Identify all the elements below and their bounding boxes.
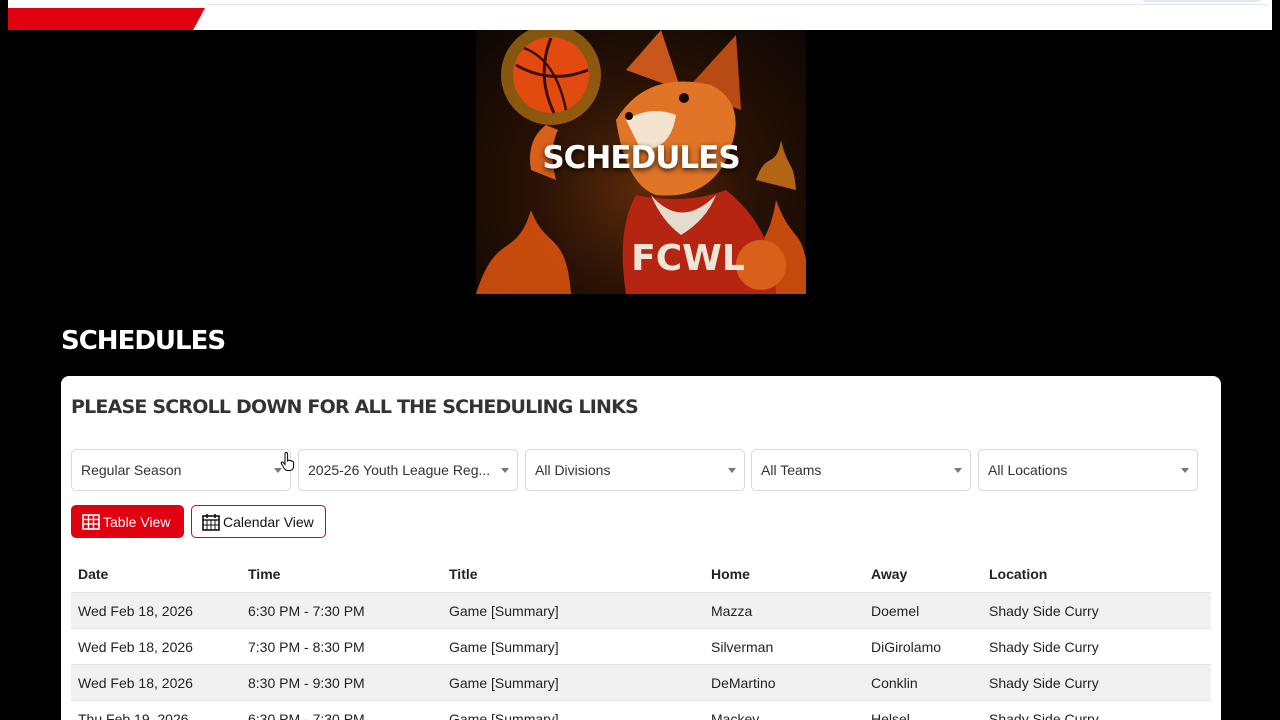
cell-time: 6:30 PM - 7:30 PM xyxy=(248,711,365,720)
schedule-table: Date Time Title Home Away Location Wed F… xyxy=(71,556,1211,720)
calendar-icon xyxy=(202,513,220,531)
calendar-view-label: Calendar View xyxy=(223,513,314,530)
schedules-card: PLEASE SCROLL DOWN FOR ALL THE SCHEDULIN… xyxy=(61,376,1221,720)
location-select-value: All Locations xyxy=(988,462,1068,478)
cell-home: Silverman xyxy=(711,639,774,655)
column-header-title[interactable]: Title xyxy=(449,556,478,592)
cell-title-link[interactable]: Game [Summary] xyxy=(449,665,559,701)
table-row[interactable]: Wed Feb 18, 2026 7:30 PM - 8:30 PM Game … xyxy=(71,629,1211,665)
cell-location: Shady Side Curry xyxy=(989,675,1099,691)
jersey-text: FCWL xyxy=(631,238,745,279)
cell-title-link[interactable]: Game [Summary] xyxy=(449,593,559,629)
cell-home: Mackey xyxy=(711,711,760,720)
team-select-value: All Teams xyxy=(761,462,822,478)
cell-location: Shady Side Curry xyxy=(989,711,1099,720)
division-select-value: All Divisions xyxy=(535,462,611,478)
location-select[interactable]: All Locations xyxy=(978,449,1198,491)
cell-date: Wed Feb 18, 2026 xyxy=(78,603,193,619)
cell-away: Doemel xyxy=(871,603,920,619)
page-title: SCHEDULES xyxy=(61,326,226,356)
column-header-date[interactable]: Date xyxy=(78,556,108,592)
card-heading: PLEASE SCROLL DOWN FOR ALL THE SCHEDULIN… xyxy=(71,396,639,418)
cell-time: 8:30 PM - 9:30 PM xyxy=(248,675,365,691)
hero-banner: FCWL SCHEDULES xyxy=(476,30,806,294)
cell-date: Wed Feb 18, 2026 xyxy=(78,639,193,655)
cell-away: Conklin xyxy=(871,675,918,691)
table-header-row: Date Time Title Home Away Location xyxy=(71,556,1211,593)
browser-top-strip xyxy=(8,0,1272,30)
table-view-button[interactable]: Table View xyxy=(71,505,184,538)
top-divider xyxy=(208,4,1268,5)
chevron-down-icon xyxy=(728,468,736,473)
chevron-down-icon xyxy=(501,468,509,473)
column-header-location[interactable]: Location xyxy=(989,556,1047,592)
hand-cursor-icon xyxy=(280,452,295,471)
division-select[interactable]: All Divisions xyxy=(525,449,745,491)
cell-location: Shady Side Curry xyxy=(989,639,1099,655)
league-select[interactable]: 2025-26 Youth League Reg... xyxy=(298,449,518,491)
cell-away: Helsel xyxy=(871,711,910,720)
top-right-pill xyxy=(1142,0,1262,2)
cell-date: Wed Feb 18, 2026 xyxy=(78,675,193,691)
cell-home: Mazza xyxy=(711,603,753,619)
season-select[interactable]: Regular Season xyxy=(71,449,291,491)
table-view-label: Table View xyxy=(103,513,171,530)
cell-time: 7:30 PM - 8:30 PM xyxy=(248,639,365,655)
table-row[interactable]: Wed Feb 18, 2026 6:30 PM - 7:30 PM Game … xyxy=(71,593,1211,629)
hero-title: SCHEDULES xyxy=(542,140,740,176)
cell-title-link[interactable]: Game [Summary] xyxy=(449,701,559,720)
cell-title-link[interactable]: Game [Summary] xyxy=(449,629,559,665)
cell-home: DeMartino xyxy=(711,675,776,691)
site-red-tab xyxy=(8,8,205,30)
cell-away: DiGirolamo xyxy=(871,639,942,655)
column-header-time[interactable]: Time xyxy=(248,556,280,592)
column-header-home[interactable]: Home xyxy=(711,556,750,592)
team-select[interactable]: All Teams xyxy=(751,449,971,491)
cell-location: Shady Side Curry xyxy=(989,603,1099,619)
league-select-value: 2025-26 Youth League Reg... xyxy=(308,462,491,478)
table-row[interactable]: Wed Feb 18, 2026 8:30 PM - 9:30 PM Game … xyxy=(71,665,1211,701)
season-select-value: Regular Season xyxy=(81,462,182,478)
filter-bar: Regular Season 2025-26 Youth League Reg.… xyxy=(71,449,1201,491)
cell-date: Thu Feb 19, 2026 xyxy=(78,711,189,720)
chevron-down-icon xyxy=(1181,468,1189,473)
chevron-down-icon xyxy=(954,468,962,473)
calendar-view-button[interactable]: Calendar View xyxy=(191,505,326,538)
table-row[interactable]: Thu Feb 19, 2026 6:30 PM - 7:30 PM Game … xyxy=(71,701,1211,720)
column-header-away[interactable]: Away xyxy=(871,556,907,592)
table-icon xyxy=(82,513,100,530)
cell-time: 6:30 PM - 7:30 PM xyxy=(248,603,365,619)
